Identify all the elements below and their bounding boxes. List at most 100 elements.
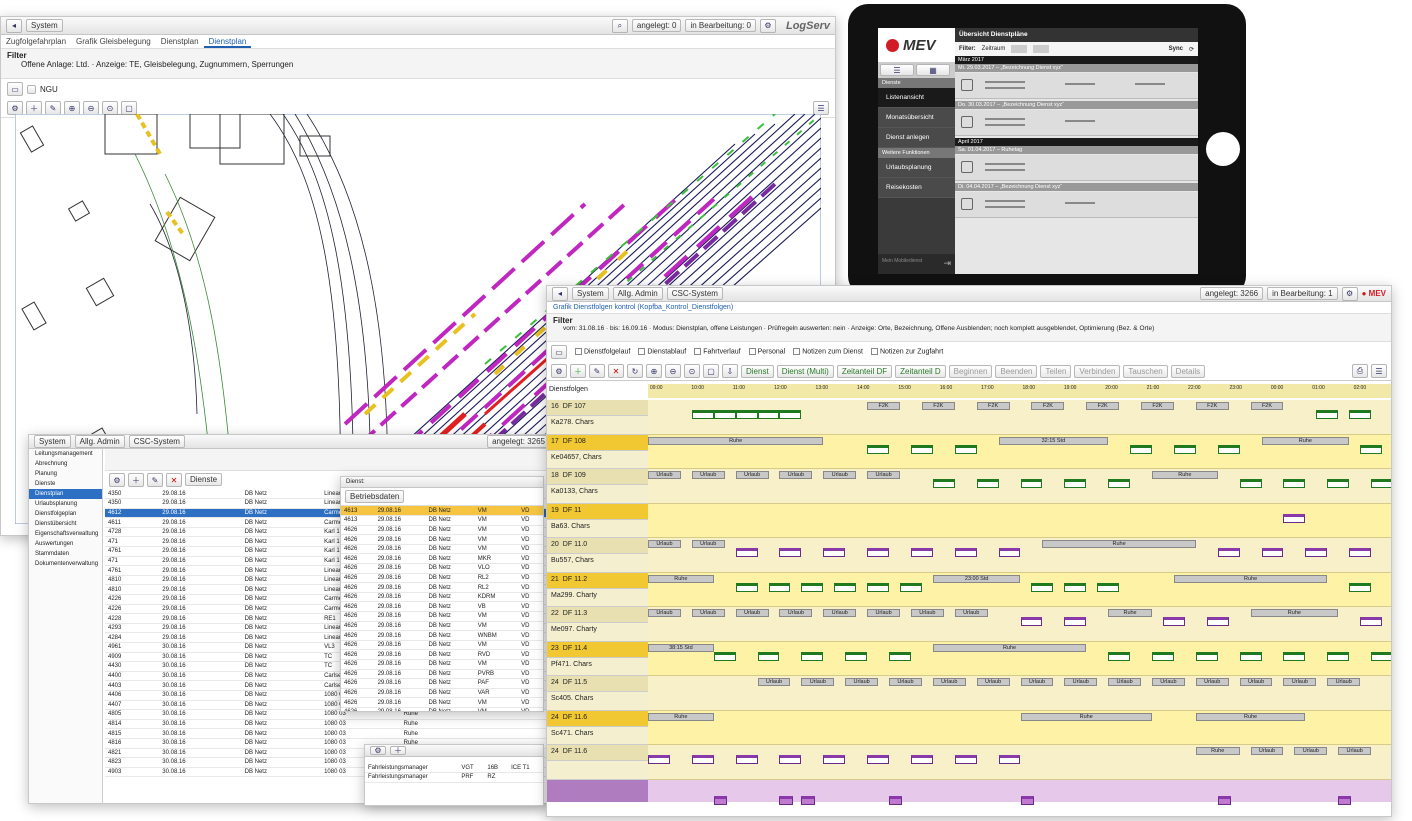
duty-card[interactable]: [955, 110, 1198, 136]
table-row[interactable]: 4626 29.08.16 DB Netz KDRM VD: [341, 592, 543, 603]
duty-block[interactable]: [1020, 617, 1043, 626]
tab-gleisbelegung[interactable]: Grafik Gleisbelegung: [71, 35, 156, 48]
duty-block[interactable]: [1064, 617, 1087, 626]
train-block[interactable]: [1371, 651, 1391, 661]
toolbar-button[interactable]: Beenden: [995, 364, 1038, 378]
table-row[interactable]: 4626 29.08.16 DB Netz WNBM VD: [341, 630, 543, 641]
table-row[interactable]: 4626 29.08.16 DB Netz VLO VD: [341, 563, 543, 574]
schedule-bar[interactable]: Urlaub: [691, 609, 725, 617]
train-block[interactable]: [713, 651, 736, 661]
train-block[interactable]: [1239, 479, 1262, 488]
ngu-checkbox[interactable]: [27, 84, 36, 94]
schedule-bar[interactable]: Urlaub: [1294, 747, 1328, 755]
schedule-bar[interactable]: F2K: [1250, 402, 1284, 410]
duty-block[interactable]: [867, 755, 890, 764]
tab-dienstplan[interactable]: Dienstplan: [156, 35, 204, 48]
schedule-bar[interactable]: Urlaub: [801, 678, 835, 686]
day-header[interactable]: Mi. 29.03.2017 – „Bezeichnung Dienst xyz…: [955, 64, 1198, 72]
schedule-bar[interactable]: Ruhe: [1261, 436, 1350, 445]
resource-block[interactable]: [713, 795, 727, 805]
train-block[interactable]: [1173, 444, 1196, 454]
logout-icon[interactable]: ⇥: [943, 258, 951, 269]
edit-icon[interactable]: ✎: [45, 101, 61, 115]
csc-menu[interactable]: CSC-System: [128, 435, 185, 448]
train-block[interactable]: [1064, 582, 1087, 592]
duty-block[interactable]: [735, 548, 758, 557]
schedule-bar[interactable]: Urlaub: [1250, 747, 1284, 755]
resource-block[interactable]: [801, 795, 815, 805]
row-label[interactable]: 18 DF 109 Ka0133, Chars: [547, 469, 648, 504]
schedule-bar[interactable]: Urlaub: [757, 678, 791, 686]
schedule-bar[interactable]: Urlaub: [1283, 678, 1317, 686]
train-block[interactable]: [1349, 410, 1372, 419]
created-counter[interactable]: angelegt: 0: [631, 19, 682, 32]
row-label[interactable]: 17 DF 108 Ke04657, Chars: [547, 434, 648, 469]
schedule-bar[interactable]: Urlaub: [691, 471, 725, 479]
table-row[interactable]: 4626 29.08.16 DB Netz PAF VD: [341, 678, 543, 689]
schedule-bar[interactable]: Ruhe: [1195, 712, 1306, 721]
search-icon[interactable]: ⌕: [611, 18, 628, 33]
schedule-bar[interactable]: Ruhe: [648, 574, 714, 583]
add-icon[interactable]: ＋: [26, 101, 42, 115]
schedule-bar[interactable]: F2K: [1031, 402, 1065, 410]
date-to-field[interactable]: [1033, 45, 1050, 53]
table-row[interactable]: 462629.08.16DB NetzVMVD: [341, 697, 543, 708]
train-block[interactable]: [691, 410, 714, 419]
train-block[interactable]: [1108, 479, 1131, 488]
train-block[interactable]: [910, 444, 933, 454]
day-header[interactable]: Do. 30.03.2017 – „Bezeichnung Dienst xyz…: [955, 101, 1198, 109]
train-block[interactable]: [834, 582, 857, 592]
row-label[interactable]: 19 DF 11 Ba63. Chars: [547, 503, 648, 538]
nav-item[interactable]: Planung: [29, 469, 102, 479]
csc-menu[interactable]: CSC-System: [666, 287, 723, 300]
table-row[interactable]: 462629.08.16DB NetzVMVD: [341, 621, 543, 632]
train-block[interactable]: [1327, 479, 1350, 488]
zoom-out-icon[interactable]: ⊖: [665, 364, 681, 378]
system-menu[interactable]: System: [572, 287, 609, 300]
table-row[interactable]: 462629.08.16DB NetzVMVD: [341, 534, 543, 545]
schedule-bar[interactable]: Ruhe: [1250, 609, 1339, 617]
schedule-bar[interactable]: Ruhe: [932, 643, 1087, 652]
schedule-bar[interactable]: Urlaub: [779, 471, 813, 479]
train-block[interactable]: [1130, 444, 1152, 454]
download-icon[interactable]: ⇩: [722, 364, 738, 378]
schedule-bar[interactable]: F2K: [867, 402, 900, 410]
table-row[interactable]: 462629.08.16DB NetzVMVD: [341, 525, 543, 536]
duty-block[interactable]: [648, 755, 670, 764]
row-label[interactable]: 20 DF 11.0 Bu557, Chars: [547, 538, 648, 573]
system-menu[interactable]: System: [26, 19, 63, 32]
row-label[interactable]: 24 DF 11.5 Sc405. Chars: [547, 676, 648, 711]
display-option[interactable]: Personal: [748, 348, 785, 356]
display-option[interactable]: Fahrtverlauf: [694, 348, 741, 356]
schedule-bar[interactable]: F2K: [1141, 402, 1174, 410]
schedule-bar[interactable]: Ruhe: [1020, 712, 1152, 721]
duty-block[interactable]: [954, 548, 977, 557]
duty-block[interactable]: [779, 755, 802, 764]
schedule-bar[interactable]: Urlaub: [910, 609, 944, 617]
created-counter[interactable]: angelegt: 3265: [487, 435, 550, 448]
sidebar-item-monatsuebersicht[interactable]: Monatsübersicht: [878, 108, 955, 128]
train-block[interactable]: [976, 479, 999, 488]
train-block[interactable]: [735, 582, 758, 592]
train-block[interactable]: [1108, 651, 1131, 661]
sidebar-item-dienst-anlegen[interactable]: Dienst anlegen: [878, 128, 955, 148]
duty-block[interactable]: [1206, 617, 1229, 626]
train-block[interactable]: [735, 410, 758, 419]
checkbox[interactable]: [793, 348, 801, 356]
schedule-bar[interactable]: F2K: [1195, 402, 1229, 410]
schedule-bar[interactable]: Urlaub: [648, 540, 681, 548]
train-block[interactable]: [1283, 479, 1306, 488]
schedule-bar[interactable]: Urlaub: [1338, 747, 1372, 755]
duty-block[interactable]: [1283, 513, 1306, 523]
back-icon[interactable]: ◂: [552, 286, 568, 301]
zoom-in-icon[interactable]: ⊕: [646, 364, 662, 378]
train-block[interactable]: [757, 651, 780, 661]
duty-block[interactable]: [691, 755, 714, 764]
schedule-bar[interactable]: Urlaub: [1195, 678, 1229, 686]
settings-icon[interactable]: ⚙: [759, 18, 776, 33]
layout-icon[interactable]: ▭: [7, 82, 23, 96]
created-counter[interactable]: angelegt: 3266: [1200, 287, 1264, 300]
table-row[interactable]: 462629.08.16DB NetzVMVD: [341, 707, 543, 711]
table-row[interactable]: 462629.08.16DB NetzVMVD: [341, 659, 543, 670]
checkbox[interactable]: [870, 348, 878, 356]
